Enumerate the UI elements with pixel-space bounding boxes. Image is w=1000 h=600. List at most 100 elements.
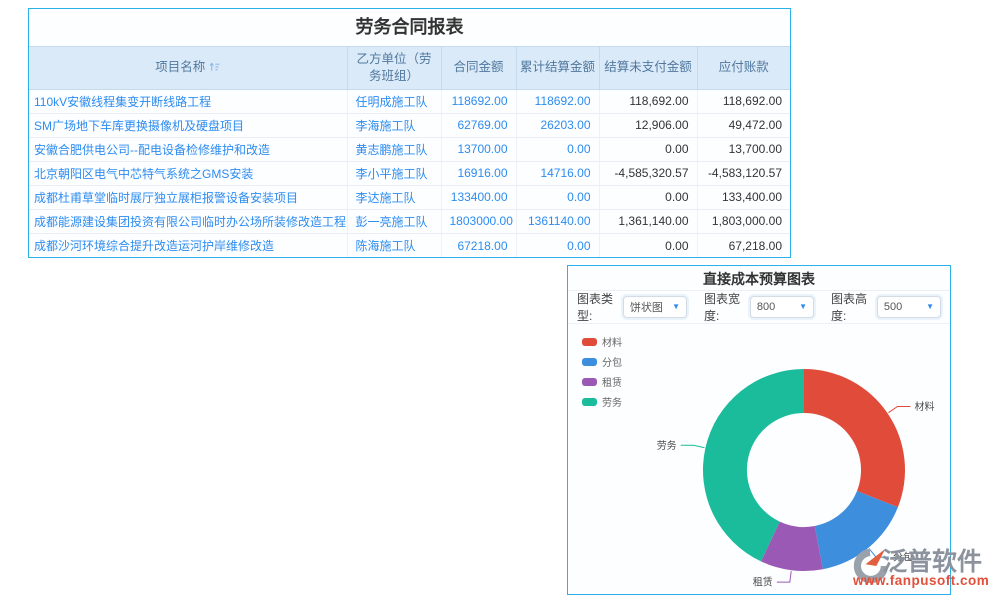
select-value: 500 (884, 301, 902, 313)
project-name-cell[interactable]: 成都能源建设集团投资有限公司临时办公场所装修改造工程EPC (29, 209, 347, 233)
contract-amount-cell: 62769.00 (441, 113, 516, 137)
team-cell[interactable]: 陈海施工队 (347, 233, 441, 257)
contract-amount-cell: 16916.00 (441, 161, 516, 185)
legend-item-1[interactable]: 分包 (582, 354, 622, 369)
team-cell[interactable]: 黄志鹏施工队 (347, 137, 441, 161)
control-group-1: 图表宽度: 800 ▼ (704, 290, 814, 324)
unpaid-amount-cell: 0.00 (599, 185, 697, 209)
labor-contract-report-panel: 劳务合同报表 项目名称乙方单位（劳务班组）合同金额累计结算金额结算未支付金额应付… (28, 8, 791, 258)
settled-amount-cell: 26203.00 (516, 113, 599, 137)
unpaid-amount-cell: 1,361,140.00 (599, 209, 697, 233)
legend-item-2[interactable]: 租赁 (582, 374, 622, 389)
contract-amount-cell: 1803000.00 (441, 209, 516, 233)
payable-amount-cell: 1,803,000.00 (697, 209, 790, 233)
team-cell[interactable]: 彭一亮施工队 (347, 209, 441, 233)
pie-segment-0[interactable] (804, 369, 905, 507)
contract-amount-cell: 118692.00 (441, 89, 516, 113)
payable-amount-cell: 67,218.00 (697, 233, 790, 257)
table-row: 成都沙河环境综合提升改造运河护岸维修改造陈海施工队67218.000.000.0… (29, 233, 790, 257)
legend-swatch (582, 378, 597, 386)
settled-amount-cell: 0.00 (516, 137, 599, 161)
column-header-0[interactable]: 项目名称 (29, 47, 347, 90)
chevron-down-icon: ▼ (799, 303, 807, 311)
control-label: 图表类型: (577, 290, 618, 324)
chart-title: 直接成本预算图表 (568, 266, 950, 291)
project-name-cell[interactable]: 成都沙河环境综合提升改造运河护岸维修改造 (29, 233, 347, 257)
column-header-1[interactable]: 乙方单位（劳务班组） (347, 47, 441, 90)
table-row: 北京朝阳区电气中芯特气系统之GMS安装李小平施工队16916.0014716.0… (29, 161, 790, 185)
legend-swatch (582, 398, 597, 406)
project-name-cell[interactable]: 安徽合肥供电公司--配电设备检修维护和改造 (29, 137, 347, 161)
unpaid-amount-cell: 12,906.00 (599, 113, 697, 137)
select-value: 800 (757, 301, 775, 313)
project-name-cell[interactable]: 北京朝阳区电气中芯特气系统之GMS安装 (29, 161, 347, 185)
table-row: 安徽合肥供电公司--配电设备检修维护和改造黄志鹏施工队13700.000.000… (29, 137, 790, 161)
legend-swatch (582, 358, 597, 366)
table-row: SM广场地下车库更换摄像机及硬盘项目李海施工队62769.0026203.001… (29, 113, 790, 137)
column-header-5[interactable]: 应付账款 (697, 47, 790, 90)
report-title: 劳务合同报表 (29, 9, 790, 46)
settled-amount-cell: 0.00 (516, 185, 599, 209)
legend-swatch (582, 338, 597, 346)
contract-amount-cell: 13700.00 (441, 137, 516, 161)
settled-amount-cell: 1361140.00 (516, 209, 599, 233)
legend-label: 材料 (602, 334, 622, 349)
legend-item-0[interactable]: 材料 (582, 334, 622, 349)
table-header-row: 项目名称乙方单位（劳务班组）合同金额累计结算金额结算未支付金额应付账款 (29, 47, 790, 90)
table-row: 成都杜甫草堂临时展厅独立展柜报警设备安装项目李达施工队133400.000.00… (29, 185, 790, 209)
contract-amount-cell: 67218.00 (441, 233, 516, 257)
report-table: 项目名称乙方单位（劳务班组）合同金额累计结算金额结算未支付金额应付账款 110k… (29, 46, 790, 257)
pie-label-line (888, 407, 910, 413)
chart-width-select[interactable]: 800 ▼ (750, 296, 814, 318)
team-cell[interactable]: 任明成施工队 (347, 89, 441, 113)
control-group-0: 图表类型: 饼状图 ▼ (577, 290, 687, 324)
table-row: 110kV安徽线程集变开断线路工程任明成施工队118692.00118692.0… (29, 89, 790, 113)
payable-amount-cell: 49,472.00 (697, 113, 790, 137)
team-cell[interactable]: 李小平施工队 (347, 161, 441, 185)
legend-label: 劳务 (602, 394, 622, 409)
payable-amount-cell: 118,692.00 (697, 89, 790, 113)
settled-amount-cell: 14716.00 (516, 161, 599, 185)
control-label: 图表宽度: (704, 290, 745, 324)
pie-label-line (681, 445, 705, 447)
settled-amount-cell: 0.00 (516, 233, 599, 257)
chart-legend: 材料分包租赁劳务 (582, 334, 622, 409)
legend-label: 租赁 (602, 374, 622, 389)
chevron-down-icon: ▼ (926, 303, 934, 311)
watermark: 泛普软件 www.fanpusoft.com (852, 544, 1000, 600)
chart-controls: 图表类型: 饼状图 ▼ 图表宽度: 800 ▼ 图表高度: 500 ▼ (568, 291, 950, 324)
chart-height-select[interactable]: 500 ▼ (877, 296, 941, 318)
pie-label-line (777, 571, 791, 582)
payable-amount-cell: 133,400.00 (697, 185, 790, 209)
watermark-url: www.fanpusoft.com (853, 573, 989, 588)
column-header-3[interactable]: 累计结算金额 (516, 47, 599, 90)
unpaid-amount-cell: 0.00 (599, 233, 697, 257)
legend-item-3[interactable]: 劳务 (582, 394, 622, 409)
project-name-cell[interactable]: 成都杜甫草堂临时展厅独立展柜报警设备安装项目 (29, 185, 347, 209)
team-cell[interactable]: 李达施工队 (347, 185, 441, 209)
pie-label: 租赁 (753, 576, 773, 589)
project-name-cell[interactable]: SM广场地下车库更换摄像机及硬盘项目 (29, 113, 347, 137)
chevron-down-icon: ▼ (672, 303, 680, 311)
sort-icon (209, 61, 220, 72)
project-name-cell[interactable]: 110kV安徽线程集变开断线路工程 (29, 89, 347, 113)
payable-amount-cell: 13,700.00 (697, 137, 790, 161)
unpaid-amount-cell: 0.00 (599, 137, 697, 161)
contract-amount-cell: 133400.00 (441, 185, 516, 209)
legend-label: 分包 (602, 354, 622, 369)
column-header-2[interactable]: 合同金额 (441, 47, 516, 90)
unpaid-amount-cell: 118,692.00 (599, 89, 697, 113)
select-value: 饼状图 (630, 299, 663, 315)
pie-label: 材料 (915, 400, 935, 413)
unpaid-amount-cell: -4,585,320.57 (599, 161, 697, 185)
table-row: 成都能源建设集团投资有限公司临时办公场所装修改造工程EPC彭一亮施工队18030… (29, 209, 790, 233)
chart-type-select[interactable]: 饼状图 ▼ (623, 296, 687, 318)
team-cell[interactable]: 李海施工队 (347, 113, 441, 137)
settled-amount-cell: 118692.00 (516, 89, 599, 113)
pie-label: 劳务 (657, 439, 677, 452)
control-label: 图表高度: (831, 290, 872, 324)
control-group-2: 图表高度: 500 ▼ (831, 290, 941, 324)
report-table-body: 110kV安徽线程集变开断线路工程任明成施工队118692.00118692.0… (29, 89, 790, 257)
payable-amount-cell: -4,583,120.57 (697, 161, 790, 185)
column-header-4[interactable]: 结算未支付金额 (599, 47, 697, 90)
